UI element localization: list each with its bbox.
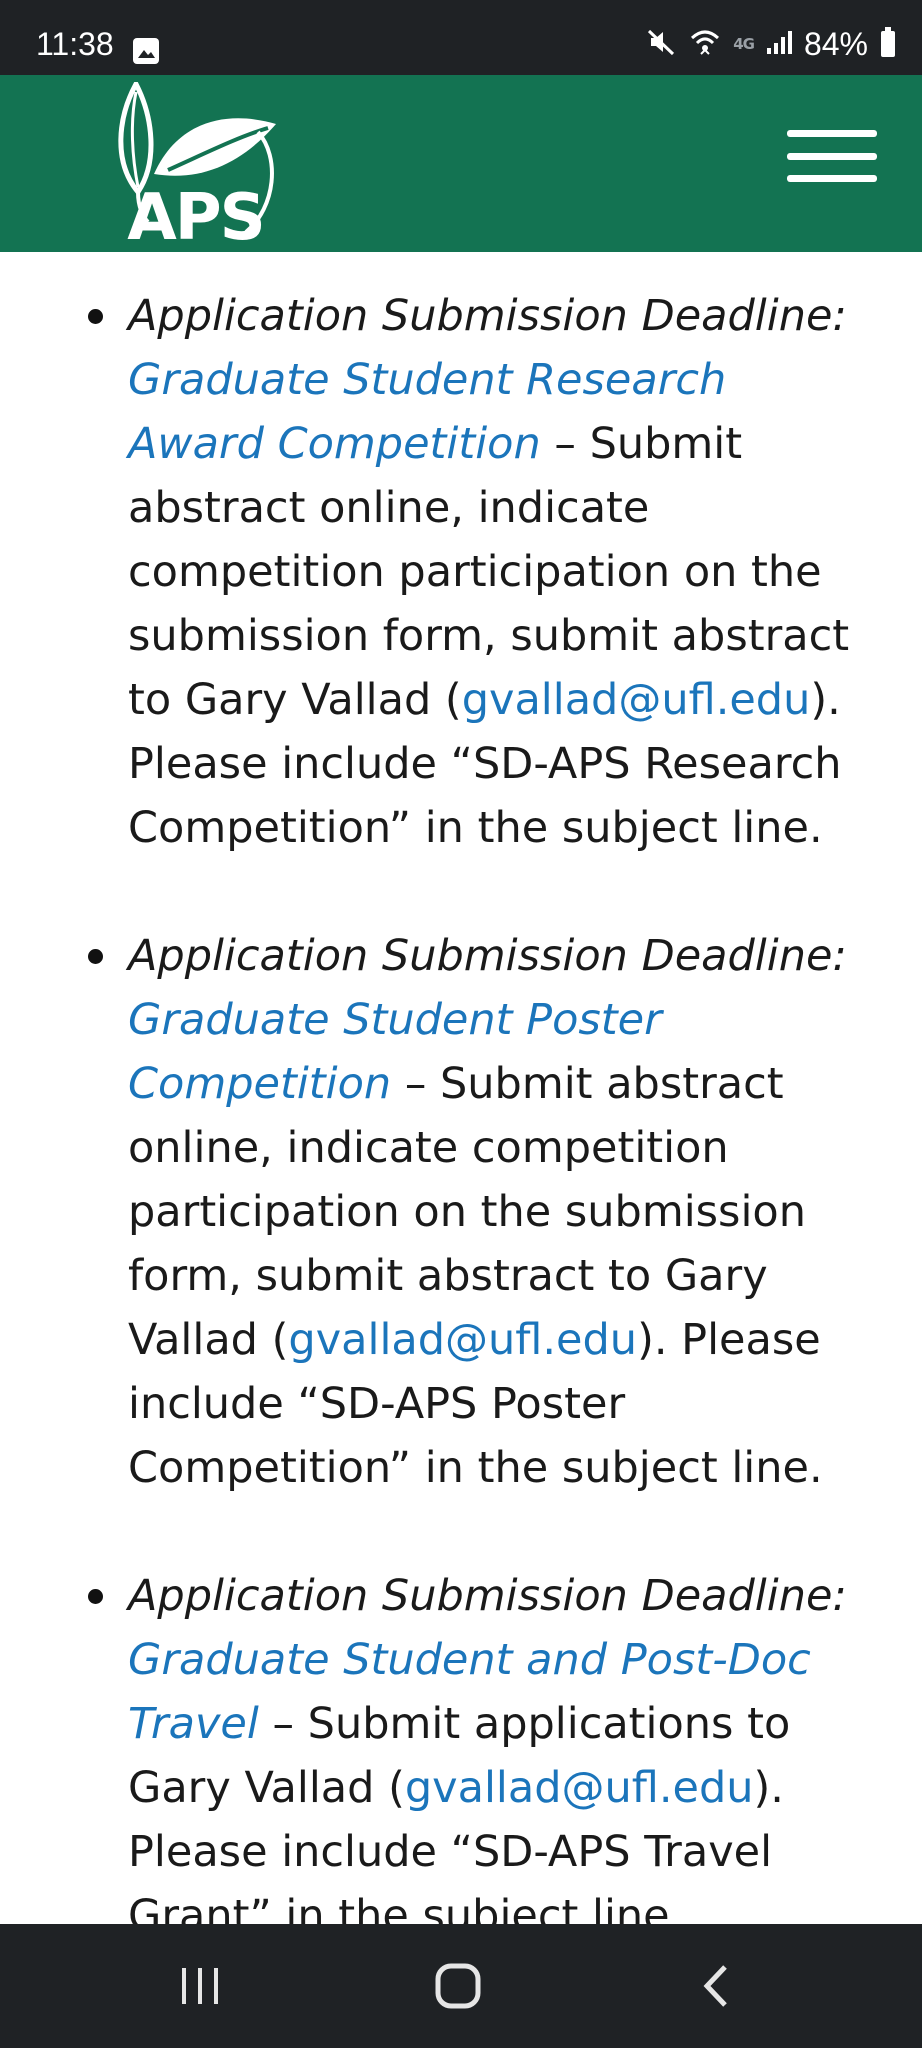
email-link[interactable]: gvallad@ufl.edu [462,675,811,725]
signal-icon [766,28,792,60]
status-bar: 11:38 4G 84% [0,0,922,75]
list-item: Application Submission Deadline: Graduat… [88,284,868,860]
list-item: Application Submission Deadline: Graduat… [88,1564,868,1924]
email-link[interactable]: gvallad@ufl.edu [405,1763,754,1813]
mute-icon [645,26,677,62]
status-icons: 4G 84% [645,26,896,62]
bullet [88,949,103,964]
list-item: Application Submission Deadline: Graduat… [88,924,868,1500]
item-label: Application Submission Deadline: [128,1571,847,1621]
recent-apps-button[interactable] [140,1924,260,2048]
item-label: Application Submission Deadline: [128,931,847,981]
logo-text: APS [127,181,266,255]
email-link[interactable]: gvallad@ufl.edu [288,1315,637,1365]
image-icon [133,38,159,64]
system-nav-bar [0,1924,922,2048]
battery-percent: 84% [803,26,868,62]
status-time: 11:38 [36,26,114,62]
bullet [88,1589,103,1604]
home-button[interactable] [398,1924,518,2048]
back-button[interactable] [656,1924,776,2048]
battery-icon [880,27,896,61]
recent-apps-icon [182,1968,218,2004]
back-icon [703,1965,727,2007]
network-type: 4G [733,35,755,53]
aps-logo[interactable]: APS [108,78,283,255]
home-icon [435,1963,481,2009]
menu-button[interactable] [787,130,877,182]
wifi-icon [689,26,721,62]
bullet [88,309,103,324]
content-area: Application Submission Deadline: Graduat… [0,252,922,1924]
item-label: Application Submission Deadline: [128,291,847,341]
